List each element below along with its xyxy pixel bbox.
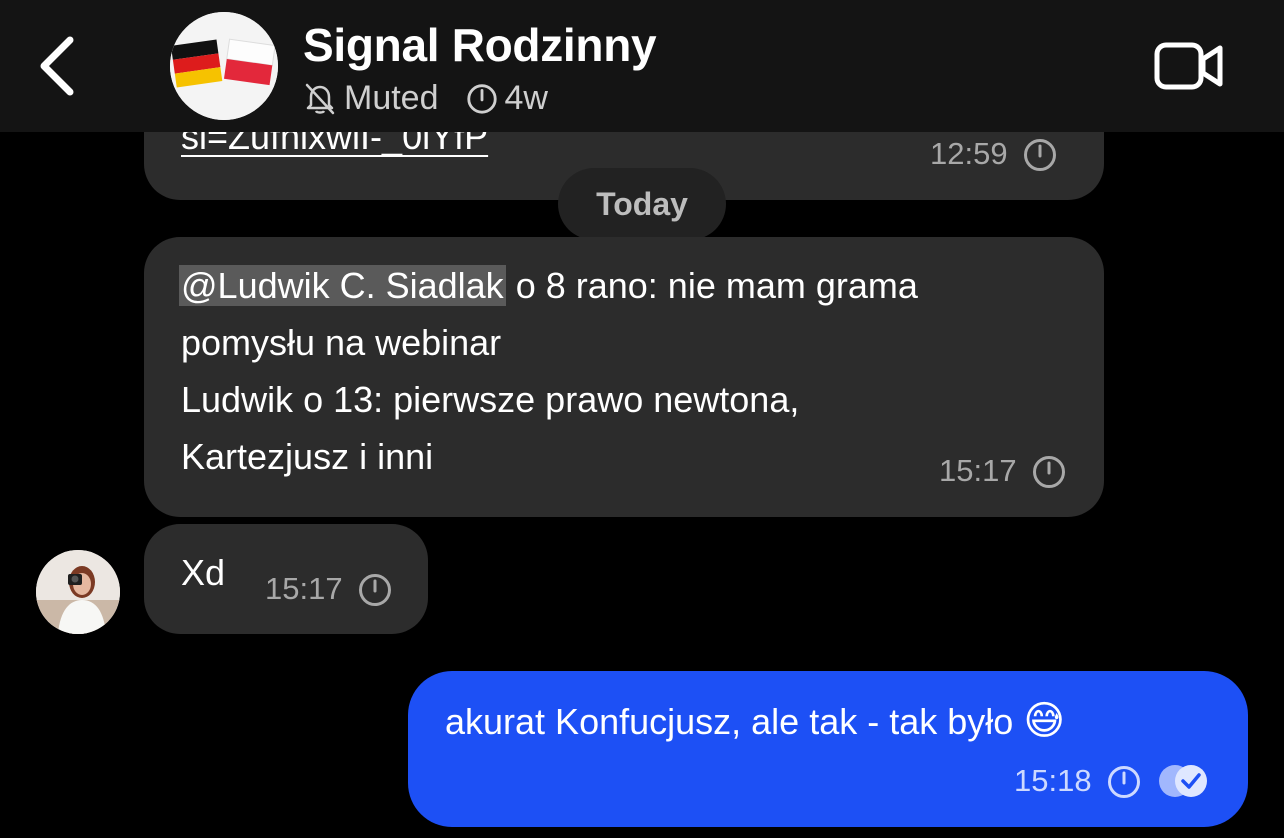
message-text: Xd: [181, 552, 226, 593]
disappearing-timer-icon: [358, 574, 391, 606]
sender-avatar[interactable]: [36, 550, 120, 634]
mention-chip[interactable]: @Ludwik C. Siadlak: [179, 265, 506, 306]
message-meta: 15:17: [265, 571, 393, 607]
group-avatar[interactable]: [170, 12, 278, 120]
muted-status: Muted: [302, 79, 439, 118]
chat-title[interactable]: Signal Rodzinny: [303, 18, 657, 72]
video-call-button[interactable]: [1154, 40, 1224, 92]
read-receipt-icon: [1158, 765, 1207, 797]
timer-status: 4w: [465, 79, 548, 118]
message-bubble-outgoing[interactable]: akurat Konfucjusz, ale tak - tak było 😅 …: [408, 671, 1248, 827]
disappearing-timer-icon: [1032, 456, 1065, 488]
message-line-1-rest: o 8 rano: nie mam grama: [505, 265, 918, 306]
emoji-sweat-smile: 😅: [1023, 699, 1066, 743]
message-bubble-mention[interactable]: @Ludwik C. Siadlak o 8 rano: nie mam gra…: [144, 237, 1104, 517]
message-bubble-xd[interactable]: Xd 15:17: [144, 524, 428, 634]
message-text-content: akurat Konfucjusz, ale tak - tak było: [445, 701, 1014, 742]
message-time: 15:18: [1014, 763, 1092, 798]
message-meta: 15:18: [1014, 763, 1212, 799]
muted-label: Muted: [344, 78, 439, 117]
message-line-4: Kartezjusz i inni: [181, 436, 434, 477]
message-time: 15:17: [939, 453, 1017, 488]
video-camera-icon: [1154, 42, 1223, 90]
message-meta: 12:59: [930, 136, 1058, 172]
disappearing-timer-icon: [1107, 766, 1140, 798]
timer-icon: [466, 84, 497, 114]
message-line-1: @Ludwik C. Siadlak o 8 rano: nie mam gra…: [179, 257, 918, 314]
timer-label: 4w: [504, 78, 548, 117]
chevron-left-icon: [40, 36, 74, 96]
message-meta: 15:17: [939, 453, 1067, 489]
message-text: akurat Konfucjusz, ale tak - tak było 😅: [445, 693, 1065, 750]
message-time: 15:17: [265, 571, 343, 606]
bell-slash-icon: [305, 83, 335, 115]
date-divider: Today: [558, 168, 726, 240]
back-button[interactable]: [32, 30, 84, 102]
disappearing-timer-icon: [1023, 139, 1056, 171]
sender-photo: [36, 550, 120, 634]
chat-header: Signal Rodzinny Muted 4w: [0, 0, 1284, 132]
flags-icon: [170, 12, 278, 120]
message-line-2: pomysłu na webinar: [181, 322, 502, 363]
message-line-3: Ludwik o 13: pierwsze prawo newtona,: [181, 379, 800, 420]
chat-subtitle: Muted 4w: [302, 78, 548, 118]
message-time: 12:59: [930, 136, 1008, 171]
